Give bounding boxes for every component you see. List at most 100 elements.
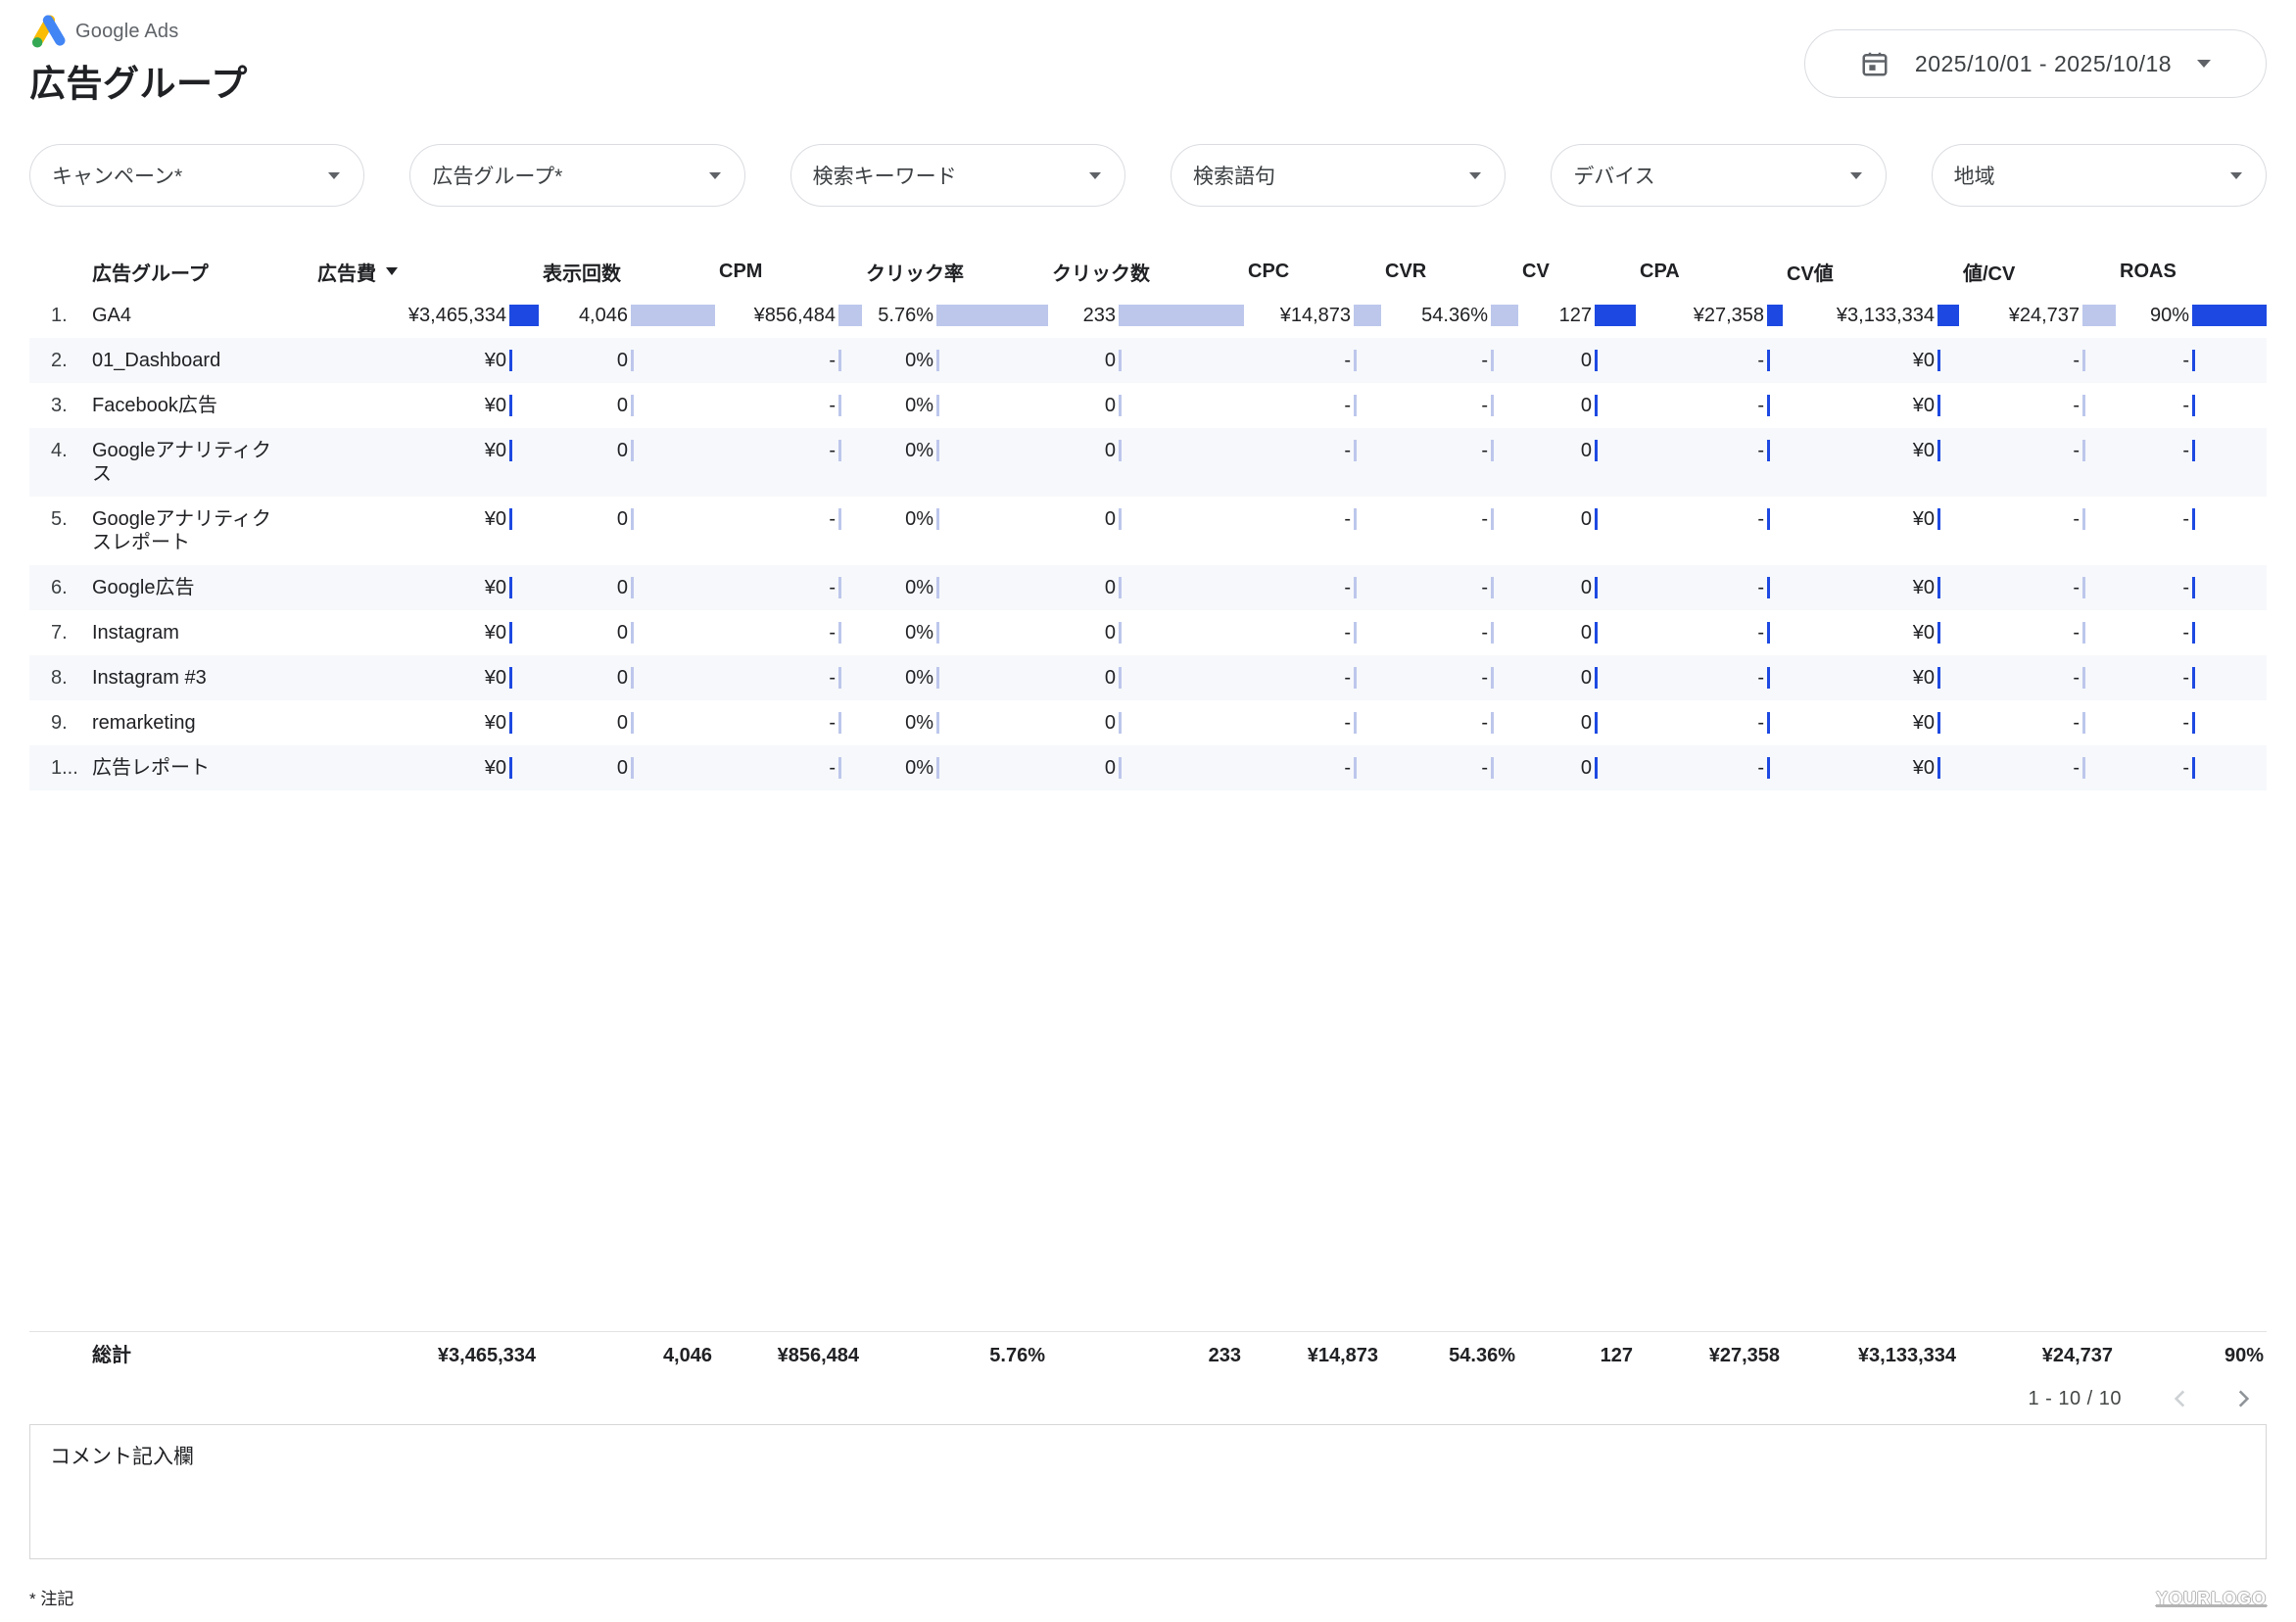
bar-value_per_cv (2082, 667, 2085, 689)
cell-cv_value: ¥0 (1783, 507, 1959, 531)
filter-chip[interactable]: 広告グループ* (409, 144, 744, 207)
column-header-cost[interactable]: 広告費 (313, 258, 539, 286)
pagination-next-button[interactable] (2225, 1381, 2261, 1416)
cell-cv_value: ¥0 (1783, 576, 1959, 599)
table-row[interactable]: 1.GA4¥3,465,3344,046¥856,4845.76%233¥14,… (29, 293, 2267, 338)
bar-cpm (838, 395, 841, 416)
table-pagination: 1 - 10 / 10 (29, 1379, 2267, 1418)
filter-chip[interactable]: デバイス (1551, 144, 1886, 207)
row-number: 7. (29, 621, 84, 644)
column-header-name[interactable]: 広告グループ (84, 258, 313, 286)
cell-cvr: 54.36% (1381, 304, 1518, 327)
page-footer: * 注記 YOURLOGO (29, 1585, 2267, 1609)
column-header-cv[interactable]: CV (1518, 261, 1636, 283)
column-header-value_per_cv[interactable]: 値/CV (1959, 258, 2116, 286)
column-header-cpa[interactable]: CPA (1636, 261, 1783, 283)
bar-cv (1595, 350, 1598, 371)
filter-chip[interactable]: 検索語句 (1171, 144, 1506, 207)
cell-cv_value: ¥3,133,334 (1783, 304, 1959, 327)
cell-cpa: - (1636, 439, 1783, 462)
cell-ctr: 0% (862, 439, 1048, 462)
bar-roas (2192, 305, 2267, 326)
cell-cpm: - (715, 394, 862, 417)
column-header-ctr[interactable]: クリック率 (862, 258, 1048, 286)
cell-cost: ¥0 (313, 756, 539, 780)
cell-roas: - (2116, 507, 2267, 531)
bar-value_per_cv (2082, 508, 2085, 530)
bar-cvr (1491, 757, 1494, 779)
table-row[interactable]: 5.Googleアナリティクスレポート¥00-0%0--0-¥0-- (29, 497, 2267, 565)
table-row[interactable]: 9.remarketing¥00-0%0--0-¥0-- (29, 700, 2267, 745)
cell-cv: 0 (1518, 666, 1636, 690)
cell-impressions: 4,046 (539, 304, 715, 327)
ad-group-name: 広告レポート (84, 756, 313, 780)
bar-cost (509, 712, 512, 734)
cell-cost: ¥0 (313, 621, 539, 644)
table-row[interactable]: 2.01_Dashboard¥00-0%0--0-¥0-- (29, 338, 2267, 383)
cell-clicks: 0 (1048, 666, 1244, 690)
bar-cpa (1767, 622, 1770, 644)
bar-cpm (838, 508, 841, 530)
cell-cpm: - (715, 621, 862, 644)
cell-cpm: - (715, 756, 862, 780)
cell-cpm: ¥856,484 (715, 304, 862, 327)
cell-clicks: 233 (1048, 304, 1244, 327)
cell-ctr: 0% (862, 621, 1048, 644)
bar-cpa (1767, 395, 1770, 416)
cell-value_per_cv: ¥24,737 (1959, 1344, 2116, 1367)
cell-impressions: 0 (539, 507, 715, 531)
column-header-cv_value[interactable]: CV値 (1783, 258, 1959, 286)
table-row[interactable]: 7.Instagram¥00-0%0--0-¥0-- (29, 610, 2267, 655)
cell-cv_value: ¥0 (1783, 621, 1959, 644)
table-row[interactable]: 8.Instagram #3¥00-0%0--0-¥0-- (29, 655, 2267, 700)
cell-impressions: 0 (539, 439, 715, 462)
column-header-cpm[interactable]: CPM (715, 261, 862, 283)
cell-cv: 0 (1518, 394, 1636, 417)
bar-clicks (1119, 757, 1122, 779)
date-range-picker[interactable]: 2025/10/01 - 2025/10/18 (1804, 29, 2267, 98)
column-header-impressions[interactable]: 表示回数 (539, 258, 715, 286)
bar-cv (1595, 757, 1598, 779)
bar-cpa (1767, 305, 1783, 326)
filter-bar: キャンペーン* 広告グループ* 検索キーワード 検索語句 デバイス (29, 144, 2267, 207)
bar-impressions (631, 508, 634, 530)
column-header-cpc[interactable]: CPC (1244, 261, 1381, 283)
table-row[interactable]: 4.Googleアナリティクス¥00-0%0--0-¥0-- (29, 428, 2267, 497)
filter-chip-label: 検索キーワード (813, 161, 957, 190)
cell-ctr: 0% (862, 576, 1048, 599)
table-row[interactable]: 1...広告レポート¥00-0%0--0-¥0-- (29, 745, 2267, 790)
bar-impressions (631, 350, 634, 371)
row-number: 9. (29, 711, 84, 735)
cell-cpc: - (1244, 711, 1381, 735)
column-header-clicks[interactable]: クリック数 (1048, 258, 1244, 286)
cell-clicks: 0 (1048, 439, 1244, 462)
cell-roas: - (2116, 621, 2267, 644)
bar-cpc (1354, 757, 1357, 779)
column-header-roas[interactable]: ROAS (2116, 261, 2267, 283)
pagination-prev-button[interactable] (2163, 1381, 2198, 1416)
cell-cv: 0 (1518, 756, 1636, 780)
table-row[interactable]: 6.Google広告¥00-0%0--0-¥0-- (29, 565, 2267, 610)
filter-chip[interactable]: 検索キーワード (790, 144, 1125, 207)
cell-impressions: 0 (539, 576, 715, 599)
filter-chip-label: キャンペーン* (52, 161, 182, 190)
bar-cpm (838, 757, 841, 779)
table-header-row: 広告グループ 広告費表示回数CPMクリック率クリック数CPCCVRCVCPACV… (29, 250, 2267, 293)
table-row[interactable]: 3.Facebook広告¥00-0%0--0-¥0-- (29, 383, 2267, 428)
cell-ctr: 5.76% (862, 1344, 1048, 1367)
bar-cv (1595, 395, 1598, 416)
column-header-cvr[interactable]: CVR (1381, 261, 1518, 283)
bar-cpc (1354, 622, 1357, 644)
bar-value_per_cv (2082, 622, 2085, 644)
bar-cpm (838, 622, 841, 644)
cell-roas: 90% (2116, 304, 2267, 327)
cell-clicks: 0 (1048, 711, 1244, 735)
cell-cpa: - (1636, 666, 1783, 690)
cell-value_per_cv: - (1959, 666, 2116, 690)
filter-chip[interactable]: 地域 (1932, 144, 2267, 207)
bar-cvr (1491, 350, 1494, 371)
filter-chip[interactable]: キャンペーン* (29, 144, 364, 207)
bar-cv (1595, 440, 1598, 461)
cell-cv: 0 (1518, 439, 1636, 462)
comment-box[interactable]: コメント記入欄 (29, 1424, 2267, 1559)
